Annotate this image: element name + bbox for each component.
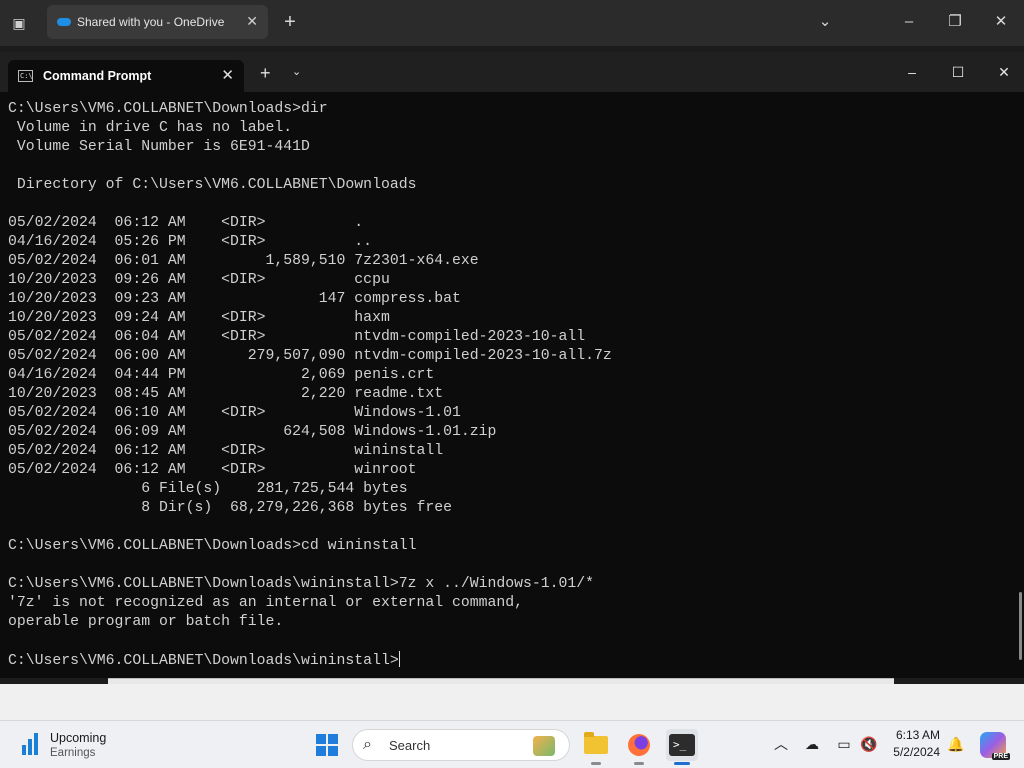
chevron-up-icon[interactable]: ︿: [770, 733, 792, 755]
terminal-window: C:\ Command Prompt ✕ + ⌄ – ☐ ✕ C:\Users\…: [0, 52, 1024, 678]
clock[interactable]: 6:13 AM 5/2/2024: [880, 727, 940, 761]
copilot-button[interactable]: PRE: [980, 732, 1010, 760]
volume-muted-icon[interactable]: 🔇: [858, 733, 880, 755]
console-line: operable program or batch file.: [8, 614, 284, 630]
search-label: Search: [389, 738, 431, 753]
restore-icon[interactable]: ❐: [942, 10, 968, 34]
console-line: 04/16/2024 05:26 PM <DIR> ..: [8, 234, 373, 250]
console-line: Directory of C:\Users\VM6.COLLABNET\Down…: [8, 177, 417, 193]
browser-titlebar: ▣ Shared with you - OneDrive ✕ + ⌄ – ❐ ✕: [0, 0, 1024, 46]
console-line: 6 File(s) 281,725,544 bytes: [8, 481, 408, 497]
console-line: 05/02/2024 06:10 AM <DIR> Windows-1.01: [8, 405, 461, 421]
active-indicator: [674, 762, 690, 765]
search-box[interactable]: ⌕ Search: [352, 729, 570, 761]
console-line: 10/20/2023 09:23 AM 147 compress.bat: [8, 291, 461, 307]
console-line: 05/02/2024 06:12 AM <DIR> winroot: [8, 462, 417, 478]
onedrive-icon: [57, 18, 71, 26]
desktop-background: [0, 684, 1024, 720]
running-indicator: [591, 762, 601, 765]
console-line: 05/02/2024 06:00 AM 279,507,090 ntvdm-co…: [8, 348, 612, 364]
maximize-icon[interactable]: ☐: [946, 62, 970, 82]
console-line: C:\Users\VM6.COLLABNET\Downloads>dir: [8, 101, 328, 117]
close-icon[interactable]: ✕: [246, 13, 258, 30]
new-tab-button[interactable]: +: [280, 10, 300, 34]
close-icon[interactable]: ✕: [221, 66, 234, 84]
widget-title: Upcoming: [50, 731, 107, 745]
widget-earnings[interactable]: Upcoming Earnings: [18, 731, 128, 763]
tab-actions-icon[interactable]: ▣: [8, 12, 30, 34]
running-indicator: [634, 762, 644, 765]
copilot-badge: PRE: [991, 753, 1010, 760]
terminal-icon: >_: [669, 734, 695, 756]
console-line: 05/02/2024 06:04 AM <DIR> ntvdm-compiled…: [8, 329, 586, 345]
close-icon[interactable]: ✕: [992, 62, 1016, 82]
search-icon: ⌕: [363, 736, 372, 753]
console-output[interactable]: C:\Users\VM6.COLLABNET\Downloads>dir Vol…: [8, 100, 1008, 672]
chevron-down-icon[interactable]: ⌄: [812, 10, 838, 34]
close-icon[interactable]: ✕: [988, 10, 1014, 34]
terminal-button[interactable]: >_: [666, 729, 698, 765]
text-cursor: [398, 651, 400, 667]
console-line: C:\Users\VM6.COLLABNET\Downloads\wininst…: [8, 576, 595, 592]
tab-label: Command Prompt: [43, 69, 152, 83]
firefox-icon: [628, 734, 650, 756]
cmd-icon: C:\: [18, 70, 33, 82]
chevron-down-icon[interactable]: ⌄: [292, 65, 301, 78]
new-tab-button[interactable]: +: [260, 64, 271, 82]
browser-tab-onedrive[interactable]: Shared with you - OneDrive ✕: [47, 5, 268, 39]
chart-bars-icon: [22, 733, 40, 755]
console-line: 8 Dir(s) 68,279,226,368 bytes free: [8, 500, 452, 516]
file-explorer-icon: [584, 732, 608, 754]
network-icon[interactable]: ▭: [833, 733, 855, 755]
console-line: 05/02/2024 06:12 AM <DIR> wininstall: [8, 443, 444, 459]
console-line: 10/20/2023 09:24 AM <DIR> haxm: [8, 310, 390, 326]
console-line: Volume Serial Number is 6E91-441D: [8, 139, 310, 155]
console-line: 10/20/2023 09:26 AM <DIR> ccpu: [8, 272, 390, 288]
start-button[interactable]: [316, 734, 338, 756]
clock-date: 5/2/2024: [893, 745, 940, 759]
console-line: Volume in drive C has no label.: [8, 120, 293, 136]
scrollbar[interactable]: [1019, 592, 1022, 660]
notification-bell-icon[interactable]: 🔔: [945, 733, 967, 755]
taskbar: Upcoming Earnings ⌕ Search >_ ︿ ☁ ▭ 🔇 6:…: [0, 720, 1024, 768]
console-line: 05/02/2024 06:12 AM <DIR> .: [8, 215, 364, 231]
console-line: 10/20/2023 08:45 AM 2,220 readme.txt: [8, 386, 444, 402]
clock-time: 6:13 AM: [895, 728, 940, 742]
console-line: 05/02/2024 06:09 AM 624,508 Windows-1.01…: [8, 424, 497, 440]
console-line: 05/02/2024 06:01 AM 1,589,510 7z2301-x64…: [8, 253, 479, 269]
cloud-offline-icon[interactable]: ☁: [801, 733, 823, 755]
tab-command-prompt[interactable]: C:\ Command Prompt ✕: [8, 60, 244, 92]
firefox-button[interactable]: [623, 729, 655, 765]
widget-subtitle: Earnings: [50, 747, 96, 759]
file-explorer-button[interactable]: [580, 729, 612, 765]
console-line: C:\Users\VM6.COLLABNET\Downloads>cd wini…: [8, 538, 417, 554]
console-line: 04/16/2024 04:44 PM 2,069 penis.crt: [8, 367, 435, 383]
minimize-icon[interactable]: –: [896, 10, 922, 34]
console-prompt-line[interactable]: C:\Users\VM6.COLLABNET\Downloads\wininst…: [8, 651, 1008, 670]
minimize-icon[interactable]: –: [900, 62, 924, 82]
browser-tab-label: Shared with you - OneDrive: [77, 15, 225, 29]
console-prompt: C:\Users\VM6.COLLABNET\Downloads\wininst…: [8, 653, 399, 669]
search-highlight-icon: [533, 736, 555, 756]
terminal-titlebar: C:\ Command Prompt ✕ + ⌄ – ☐ ✕: [0, 52, 1024, 92]
console-line: '7z' is not recognized as an internal or…: [8, 595, 524, 611]
